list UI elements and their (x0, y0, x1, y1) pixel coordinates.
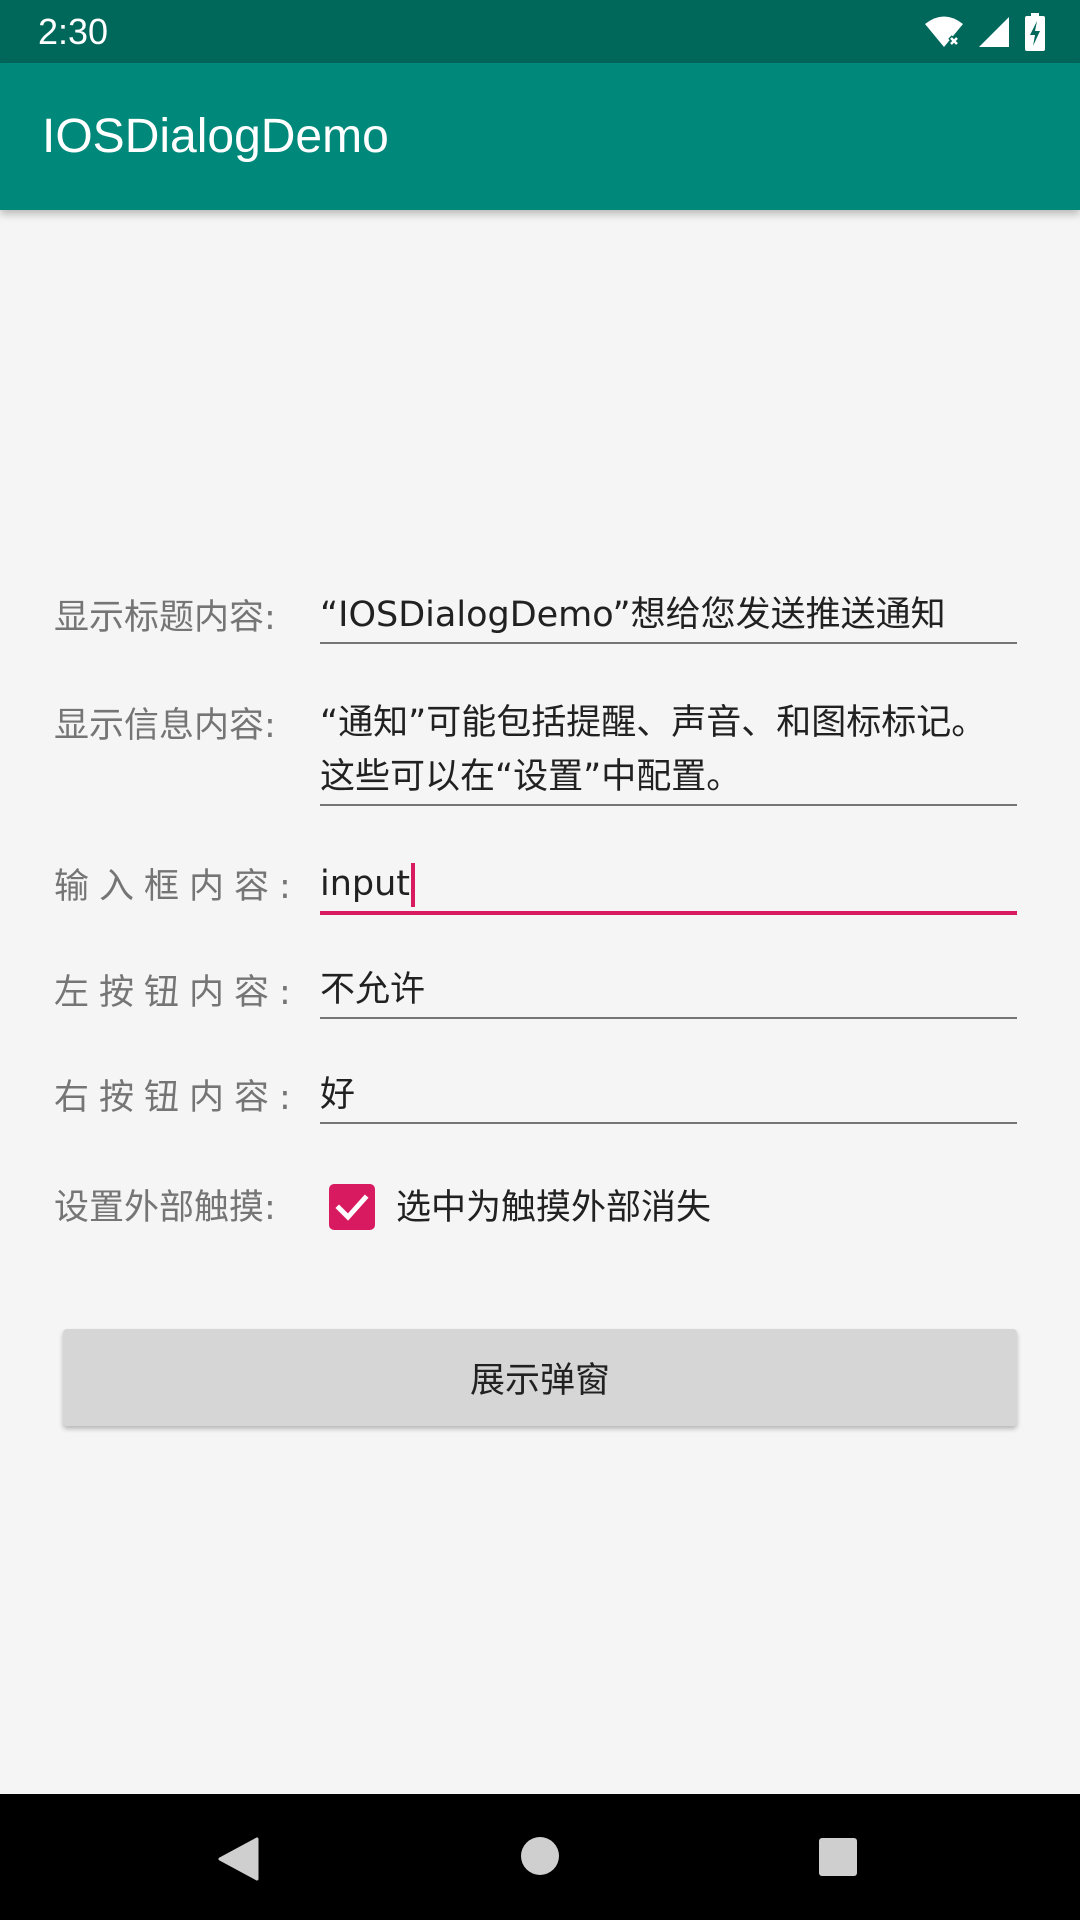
input-value: input (320, 864, 411, 904)
right-button-input[interactable]: 好 (320, 1068, 1017, 1124)
text-caret (411, 863, 416, 907)
cell-signal-icon (979, 17, 1009, 47)
app-title: IOSDialogDemo (42, 110, 389, 163)
right-button-label: 右按钮内容: (54, 1078, 301, 1118)
status-icons (924, 12, 1046, 52)
status-time: 2:30 (38, 11, 109, 52)
touch-outside-label: 设置外部触摸: (54, 1188, 276, 1228)
message-input[interactable]: “通知”可能包括提醒、声音、和图标标记。 这些可以在“设置”中配置。 (320, 696, 1017, 806)
message-label: 显示信息内容: (54, 706, 276, 746)
input-label: 输入框内容: (54, 867, 301, 907)
app-bar: IOSDialogDemo (0, 63, 1080, 210)
nav-bar (0, 1794, 1080, 1920)
recents-icon[interactable] (818, 1837, 858, 1877)
check-icon (335, 1194, 369, 1221)
title-label: 显示标题内容: (54, 598, 276, 638)
left-button-input[interactable]: 不允许 (320, 963, 1017, 1019)
wifi-icon (925, 16, 963, 47)
back-icon[interactable] (217, 1837, 259, 1881)
touch-outside-checkbox-label[interactable]: 选中为触摸外部消失 (396, 1183, 711, 1233)
status-bar: 2:30 (0, 0, 1080, 63)
message-line-2: 这些可以在“设置”中配置。 (320, 757, 742, 797)
message-line-1: “通知”可能包括提醒、声音、和图标标记。 (320, 703, 987, 743)
left-button-label: 左按钮内容: (54, 973, 301, 1013)
touch-outside-checkbox[interactable] (329, 1184, 375, 1230)
screen: 2:30 IOSDialogDemo 显示标题内容: “IOSDialogDem… (0, 0, 1080, 1920)
input-field[interactable]: input (320, 857, 1017, 915)
title-input[interactable]: “IOSDialogDemo”想给您发送推送通知 (320, 588, 1017, 644)
home-icon[interactable] (520, 1836, 560, 1876)
show-dialog-button[interactable]: 展示弹窗 (63, 1329, 1017, 1426)
battery-charging-icon (1025, 13, 1045, 51)
